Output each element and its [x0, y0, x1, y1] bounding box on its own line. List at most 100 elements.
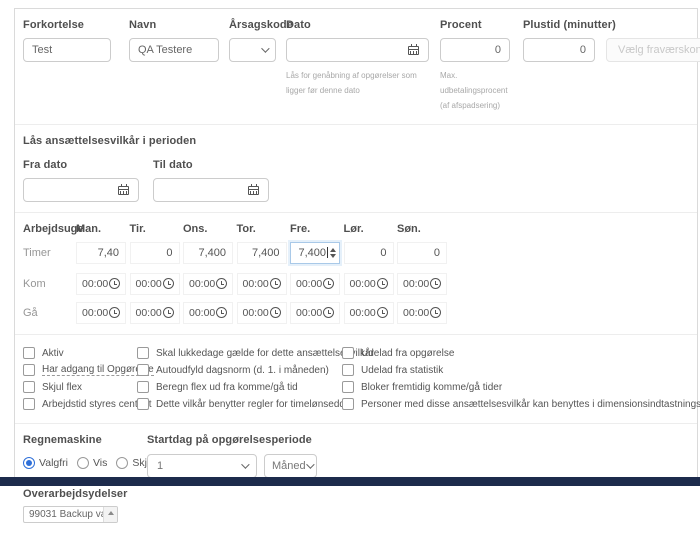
gaa-input-tor[interactable]: 00:00	[237, 302, 287, 324]
clock-icon[interactable]	[216, 278, 227, 289]
timer-input-lor[interactable]: 0	[344, 242, 394, 264]
startdag-day-select[interactable]: 1	[147, 454, 257, 478]
vaelg-fravaerskonti-button[interactable]: Vælg fraværskonti	[606, 38, 700, 62]
week-table-section: Arbejdsuge Man. Tir. Ons. Tor. Fre. Lør.…	[15, 212, 697, 334]
fra-dato-input[interactable]	[23, 178, 139, 202]
timer-value: 7,40	[98, 247, 119, 259]
timer-value: 7,400	[298, 247, 326, 259]
checkbox-har-adgang-til-opgoerelse[interactable]: Har adgang til Opgørelse	[23, 362, 137, 379]
top-form-section: Forkortelse Navn Årsagskode Dato	[15, 9, 697, 124]
procent-input[interactable]	[440, 38, 510, 62]
clock-icon[interactable]	[430, 307, 441, 318]
clock-icon[interactable]	[216, 307, 227, 318]
kom-input-lor[interactable]: 00:00	[344, 273, 394, 295]
checkbox-udelad-fra-opgoerelse[interactable]: Udelad fra opgørelse	[342, 345, 700, 362]
scroll-up-arrow-icon[interactable]	[103, 507, 117, 522]
checkbox-label: Skjul flex	[42, 382, 82, 393]
aarsagskode-select[interactable]	[229, 38, 276, 62]
navn-input[interactable]	[129, 38, 219, 62]
kom-input-son[interactable]: 00:00	[397, 273, 447, 295]
kom-input-tor[interactable]: 00:00	[237, 273, 287, 295]
timer-input-fre-focused[interactable]: 7,400	[290, 242, 340, 264]
kom-input-man[interactable]: 00:00	[76, 273, 126, 295]
timer-input-tor[interactable]: 7,400	[237, 242, 287, 264]
day-header-lor: Lør.	[344, 223, 398, 235]
checkbox-label: Udelad fra opgørelse	[361, 348, 454, 359]
clock-icon[interactable]	[163, 278, 174, 289]
checkbox-icon[interactable]	[342, 364, 354, 376]
checkbox-skal-lukkedage[interactable]: Skal lukkedage gælde for dette ansættels…	[137, 345, 342, 362]
checkbox-icon[interactable]	[137, 347, 149, 359]
time-value: 00:00	[189, 307, 215, 319]
overarbejdsydelser-listbox[interactable]: 99031 Backup vagt	[23, 506, 118, 523]
checkbox-beregn-flex[interactable]: Beregn flex ud fra komme/gå tid	[137, 379, 342, 396]
til-dato-input[interactable]	[153, 178, 269, 202]
day-header-son: Søn.	[397, 223, 451, 235]
clock-icon[interactable]	[109, 278, 120, 289]
overarbejdsydelser-group: Overarbejdsydelser 99031 Backup vagt	[23, 488, 687, 523]
checkbox-icon[interactable]	[23, 347, 35, 359]
radio-vis[interactable]	[77, 457, 89, 469]
checkbox-icon[interactable]	[23, 381, 35, 393]
gaa-input-son[interactable]: 00:00	[397, 302, 447, 324]
timer-value: 0	[434, 247, 440, 259]
clock-icon[interactable]	[109, 307, 120, 318]
time-value: 00:00	[189, 278, 215, 290]
period-select[interactable]: Måned	[264, 454, 317, 478]
clock-icon[interactable]	[377, 307, 388, 318]
checkbox-personer-dimensionsindtastning[interactable]: Personer med disse ansættelsesvilkår kan…	[342, 396, 700, 413]
til-dato-label: Til dato	[153, 159, 269, 171]
checkbox-timeloenseddel[interactable]: Dette vilkår benytter regler for timeløn…	[137, 396, 342, 413]
number-spinner-icon[interactable]	[330, 248, 336, 258]
clock-icon[interactable]	[270, 278, 281, 289]
checkbox-udelad-fra-statistik[interactable]: Udelad fra statistik	[342, 362, 700, 379]
gaa-input-tir[interactable]: 00:00	[130, 302, 180, 324]
kom-input-fre[interactable]: 00:00	[290, 273, 340, 295]
plustid-input[interactable]	[523, 38, 595, 62]
radio-valgfri[interactable]	[23, 457, 35, 469]
time-value: 00:00	[350, 307, 376, 319]
clock-icon[interactable]	[163, 307, 174, 318]
checkbox-autoudfyld-dagsnorm[interactable]: Autoudfyld dagsnorm (d. 1. i måneden)	[137, 362, 342, 379]
clock-icon[interactable]	[430, 278, 441, 289]
overarbejdsydelser-label: Overarbejdsydelser	[23, 488, 687, 500]
checkbox-icon[interactable]	[23, 364, 35, 376]
checkbox-icon[interactable]	[137, 364, 149, 376]
kom-input-ons[interactable]: 00:00	[183, 273, 233, 295]
checkbox-skjul-flex[interactable]: Skjul flex	[23, 379, 137, 396]
gaa-input-ons[interactable]: 00:00	[183, 302, 233, 324]
timer-input-son[interactable]: 0	[397, 242, 447, 264]
procent-helper-text: Max. udbetalingsprocent (af afspadsering…	[440, 68, 510, 114]
checkbox-section: Aktiv Har adgang til Opgørelse Skjul fle…	[15, 334, 697, 423]
forkortelse-input[interactable]	[23, 38, 111, 62]
clock-icon[interactable]	[270, 307, 281, 318]
checkbox-label: Bloker fremtidig komme/gå tider	[361, 382, 502, 393]
dato-input[interactable]	[286, 38, 429, 62]
gaa-input-man[interactable]: 00:00	[76, 302, 126, 324]
gaa-input-lor[interactable]: 00:00	[344, 302, 394, 324]
time-value: 00:00	[136, 278, 162, 290]
gaa-input-fre[interactable]: 00:00	[290, 302, 340, 324]
timer-input-ons[interactable]: 7,400	[183, 242, 233, 264]
radio-skjul[interactable]	[116, 457, 128, 469]
checkbox-bloker-fremtidig[interactable]: Bloker fremtidig komme/gå tider	[342, 379, 700, 396]
checkbox-icon[interactable]	[137, 398, 149, 410]
clock-icon[interactable]	[323, 278, 334, 289]
kom-input-tir[interactable]: 00:00	[130, 273, 180, 295]
clock-icon[interactable]	[377, 278, 388, 289]
clock-icon[interactable]	[323, 307, 334, 318]
checkbox-icon[interactable]	[342, 347, 354, 359]
checkbox-icon[interactable]	[342, 381, 354, 393]
checkbox-icon[interactable]	[342, 398, 354, 410]
timer-input-man[interactable]: 7,40	[76, 242, 126, 264]
kom-row-label: Kom	[23, 278, 76, 290]
timer-input-tir[interactable]: 0	[130, 242, 180, 264]
checkbox-icon[interactable]	[23, 398, 35, 410]
checkbox-label: Beregn flex ud fra komme/gå tid	[156, 382, 298, 393]
time-value: 00:00	[82, 278, 108, 290]
field-til-dato: Til dato	[153, 159, 269, 202]
timer-value: 0	[380, 247, 386, 259]
checkbox-aktiv[interactable]: Aktiv	[23, 345, 137, 362]
checkbox-arbejdstid-styres-centralt[interactable]: Arbejdstid styres centralt	[23, 396, 137, 413]
checkbox-icon[interactable]	[137, 381, 149, 393]
